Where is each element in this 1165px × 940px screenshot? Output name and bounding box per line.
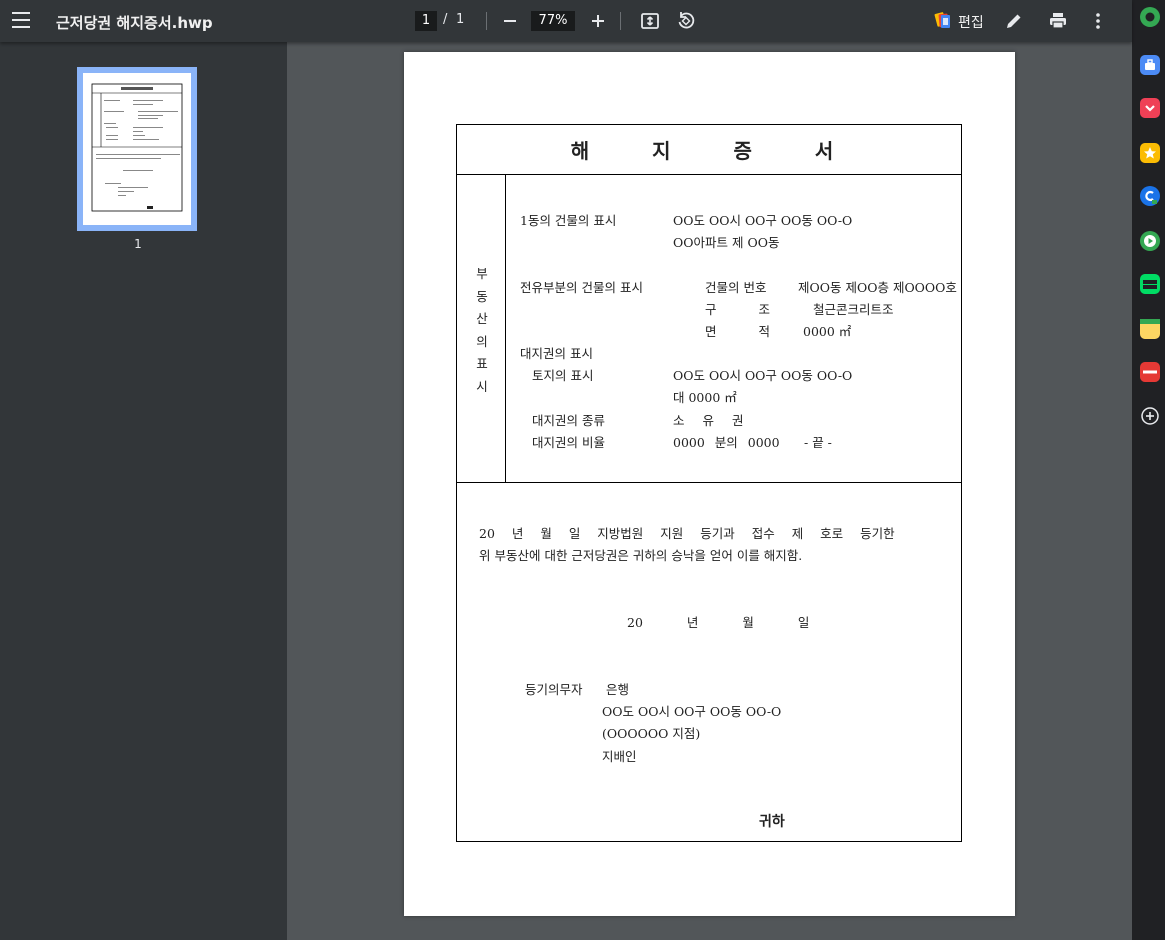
right-ratio-label: 대지권의 비율 xyxy=(532,435,605,450)
unit-number-label: 건물의 번호 xyxy=(705,280,767,295)
toolbar-divider xyxy=(486,12,487,30)
area-label: 면 적 xyxy=(705,324,770,339)
obligor-manager: 지배인 xyxy=(602,749,637,764)
green-circle-icon[interactable] xyxy=(1140,7,1160,27)
webtoon-icon[interactable] xyxy=(1140,274,1160,294)
chat-c-icon[interactable] xyxy=(1140,186,1160,206)
notes-glyph xyxy=(1140,319,1160,324)
land-label: 토지의 표시 xyxy=(532,368,594,383)
fit-to-page-button[interactable] xyxy=(640,11,660,31)
rotate-icon xyxy=(678,12,695,29)
zoom-in-button[interactable] xyxy=(588,8,608,34)
vertical-char: 의 xyxy=(476,333,488,349)
form-divider xyxy=(457,482,961,483)
form-divider xyxy=(457,174,961,175)
add-extension-icon[interactable] xyxy=(1140,406,1160,426)
notes-icon[interactable] xyxy=(1140,319,1160,339)
area-value: 0000 ㎡ xyxy=(803,324,852,339)
building-name: OO아파트 제 OO동 xyxy=(673,235,780,250)
certificate-form: 해 지 증 서 부 동 산 의 표 시 1동의 건물의 표시 OO도 OO시 O… xyxy=(456,124,962,842)
rotate-button[interactable] xyxy=(675,10,697,32)
land-address: OO도 OO시 OO구 OO동 OO-O xyxy=(673,368,853,383)
hamburger-menu-icon[interactable] xyxy=(12,12,30,30)
page-separator: / xyxy=(443,12,448,27)
pdf-toolbar: 근저당권 해지증서.hwp 1 / 1 77% 편집 xyxy=(0,0,1132,42)
page-total: 1 xyxy=(456,12,465,27)
plus-icon xyxy=(592,15,604,27)
document-title: 근저당권 해지증서.hwp xyxy=(56,14,213,32)
obligor-bank: 은행 xyxy=(606,682,630,697)
zoom-level-input[interactable]: 77% xyxy=(531,11,575,31)
play-circle-icon[interactable] xyxy=(1140,231,1160,251)
more-vertical-icon xyxy=(1096,13,1100,29)
pocket-glyph xyxy=(1145,105,1155,112)
signoff: 귀하 xyxy=(759,814,785,830)
edit-app-logo-icon xyxy=(934,12,950,28)
print-button[interactable] xyxy=(1048,11,1068,31)
land-area: 대 0000 ㎡ xyxy=(673,390,737,405)
star-icon[interactable] xyxy=(1140,143,1160,163)
property-vertical-label: 부 동 산 의 표 시 xyxy=(471,263,493,398)
structure-label: 구 조 xyxy=(705,302,770,317)
end-mark: - 끝 - xyxy=(804,435,832,450)
right-ratio-value: 0000 분의 0000 xyxy=(673,435,780,450)
briefcase-icon[interactable] xyxy=(1140,55,1160,75)
annotate-button[interactable] xyxy=(1004,11,1024,31)
extension-sidebar xyxy=(1132,0,1165,940)
vertical-char: 시 xyxy=(476,378,488,394)
page-number-input[interactable]: 1 xyxy=(415,11,437,31)
obligor-branch: (OOOOOO 지점) xyxy=(602,726,701,741)
unit-label: 전유부분의 건물의 표시 xyxy=(520,280,643,295)
form-divider xyxy=(505,174,506,482)
minus-icon xyxy=(504,20,516,22)
zoom-out-button[interactable] xyxy=(500,8,520,34)
fit-to-page-icon xyxy=(641,13,659,29)
right-type-value: 소 유 권 xyxy=(673,413,744,428)
vertical-char: 산 xyxy=(476,311,488,326)
briefcase-glyph xyxy=(1145,59,1155,70)
print-icon xyxy=(1050,13,1066,29)
green-circle-glyph xyxy=(1145,12,1155,22)
statement-line-2: 위 부동산에 대한 근저당권은 귀하의 승낙을 얻어 이를 해지함. xyxy=(479,548,803,563)
webtoon-glyph xyxy=(1143,280,1157,289)
thumbnail-page-number: 1 xyxy=(134,237,142,251)
vertical-char: 동 xyxy=(476,288,488,304)
now-icon[interactable] xyxy=(1140,362,1160,382)
edit-app-logo[interactable] xyxy=(933,11,953,31)
pocket-icon[interactable] xyxy=(1140,98,1160,118)
play-circle-glyph xyxy=(1144,235,1156,247)
unit-number-value: 제OO동 제OO층 제OOOO호 xyxy=(798,280,957,295)
more-options-button[interactable] xyxy=(1090,11,1106,31)
certificate-heading: 해 지 증 서 xyxy=(570,139,862,163)
structure-value: 철근콘크리트조 xyxy=(813,302,894,317)
toolbar-divider xyxy=(620,12,621,30)
statement-line-1: 20 년 월 일 지방법원 지원 등기과 접수 제 호로 등기한 xyxy=(479,526,895,541)
star-glyph xyxy=(1144,147,1156,159)
building-label: 1동의 건물의 표시 xyxy=(520,213,617,228)
thumbnail-document-graphic xyxy=(91,83,183,212)
obligor-address: OO도 OO시 OO구 OO동 OO-O xyxy=(602,704,782,719)
thumbnail-sidebar: 1 xyxy=(0,42,287,940)
vertical-char: 부 xyxy=(476,266,488,281)
right-type-label: 대지권의 종류 xyxy=(532,413,605,428)
chat-c-glyph xyxy=(1145,190,1157,204)
vertical-char: 표 xyxy=(476,356,488,371)
obligor-label: 등기의무자 xyxy=(525,682,583,697)
thumbnail-page-preview xyxy=(83,73,191,225)
pencil-icon xyxy=(1007,14,1021,28)
page-thumbnail[interactable] xyxy=(77,67,197,231)
land-right-label: 대지권의 표시 xyxy=(520,346,593,361)
edit-button[interactable]: 편집 xyxy=(958,12,984,32)
now-glyph xyxy=(1143,370,1157,374)
add-extension-glyph xyxy=(1141,407,1159,425)
document-page: 해 지 증 서 부 동 산 의 표 시 1동의 건물의 표시 OO도 OO시 O… xyxy=(404,52,1015,916)
date-line: 20 년 월 일 xyxy=(627,615,810,630)
building-address: OO도 OO시 OO구 OO동 OO-O xyxy=(673,213,853,228)
